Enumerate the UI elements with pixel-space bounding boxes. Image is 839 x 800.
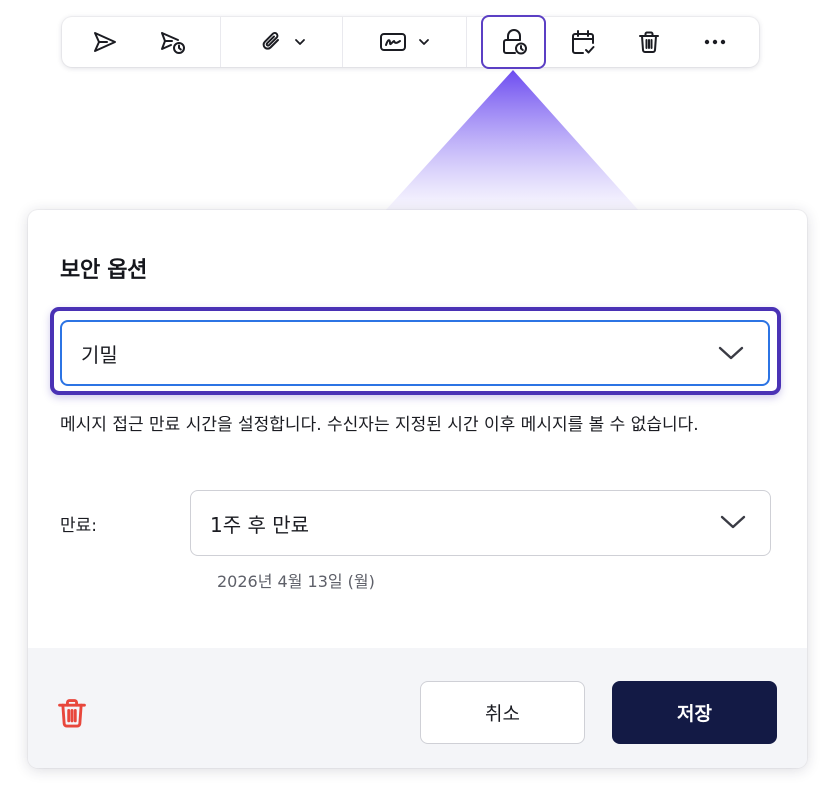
schedule-send-icon bbox=[161, 32, 185, 54]
calendar-check-icon bbox=[572, 30, 595, 54]
dialog-title: 보안 옵션 bbox=[60, 258, 148, 283]
expiry-date-hint: 2026년 4월 13일 (월) bbox=[217, 572, 375, 591]
security-level-select[interactable]: 기밀 bbox=[60, 320, 770, 386]
expiry-label: 만료: bbox=[60, 516, 98, 536]
toolbar-divider bbox=[342, 17, 343, 67]
chevron-down-icon bbox=[419, 39, 429, 45]
remove-security-button[interactable] bbox=[55, 696, 89, 734]
delete-button[interactable] bbox=[624, 17, 674, 67]
more-options-button[interactable] bbox=[690, 17, 740, 67]
compose-toolbar bbox=[62, 15, 759, 69]
toolbar-divider bbox=[220, 17, 221, 67]
attach-button[interactable] bbox=[250, 17, 316, 67]
signature-icon bbox=[380, 33, 406, 51]
security-options-dialog: 보안 옵션 기밀 메시지 접근 만료 시간을 설정합니다. 수신자는 지정된 시… bbox=[28, 210, 807, 768]
more-horizontal-icon bbox=[704, 39, 726, 45]
dialog-footer: 취소 저장 bbox=[28, 648, 807, 768]
save-button[interactable]: 저장 bbox=[612, 681, 777, 744]
trash-icon bbox=[58, 699, 86, 728]
signature-button[interactable] bbox=[370, 17, 440, 67]
chevron-down-icon bbox=[295, 39, 305, 45]
paperclip-icon bbox=[262, 32, 279, 50]
expiry-value: 1주 후 만료 bbox=[210, 512, 310, 537]
lock-clock-icon bbox=[502, 29, 527, 55]
security-options-button[interactable] bbox=[481, 15, 546, 69]
trash-icon bbox=[639, 31, 659, 53]
email-compose-stage: 보안 옵션 기밀 메시지 접근 만료 시간을 설정합니다. 수신자는 지정된 시… bbox=[0, 0, 839, 800]
send-button[interactable] bbox=[80, 17, 130, 67]
cancel-button[interactable]: 취소 bbox=[420, 681, 585, 744]
schedule-button[interactable] bbox=[558, 17, 608, 67]
chevron-down-icon bbox=[720, 515, 746, 529]
security-level-value: 기밀 bbox=[81, 342, 118, 367]
toolbar-divider bbox=[466, 17, 467, 67]
expiry-select[interactable]: 1주 후 만료 bbox=[190, 490, 771, 556]
schedule-send-button[interactable] bbox=[148, 17, 198, 67]
expiry-help-text: 메시지 접근 만료 시간을 설정합니다. 수신자는 지정된 시간 이후 메시지를… bbox=[60, 415, 699, 435]
send-icon bbox=[94, 32, 116, 52]
chevron-down-icon bbox=[718, 346, 744, 360]
